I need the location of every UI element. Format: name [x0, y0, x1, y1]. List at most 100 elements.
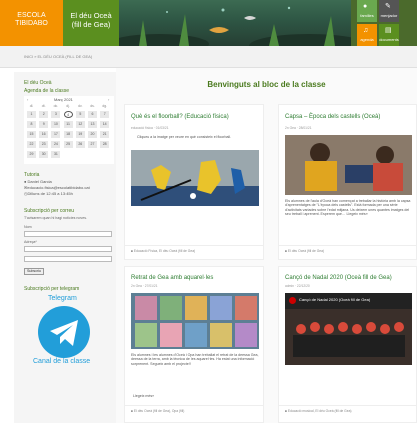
paper-plane-icon [50, 320, 78, 346]
subscribe-button[interactable]: Subscriu [24, 268, 44, 275]
post-footer: ■ El déu Oceà (fill de Gea), Opa (fill) [125, 405, 263, 413]
post-meta: educació física · 01/03/21 [131, 126, 169, 130]
calendar-day[interactable]: 17 [51, 131, 61, 138]
tutor-email[interactable]: educacio.fisica@escolatibidabo.cat [27, 185, 89, 190]
calendar-day[interactable]: 4 [63, 111, 73, 118]
document-icon: ▤ [385, 27, 392, 34]
post-excerpt: Cliqueu a la imatge per veure en què con… [137, 135, 232, 139]
email-field[interactable] [24, 246, 112, 252]
telegram-icon[interactable] [38, 306, 90, 358]
site-logo-line2: (fill de Gea) [71, 19, 111, 29]
calendar-day[interactable]: 9 [39, 121, 49, 128]
calendar-day[interactable]: 10 [51, 121, 61, 128]
tutor-name: Daniel Garcia [27, 179, 52, 184]
post-categories[interactable]: Educació musical, El déu Oceà (fill de G… [288, 409, 352, 413]
quick-link-menjador[interactable]: ✎ menjador [379, 0, 399, 22]
page-title: Benvinguts al bloc de la classe [207, 80, 326, 89]
calendar-day[interactable]: 26 [75, 141, 85, 148]
calendar-day[interactable]: 12 [75, 121, 85, 128]
calendar-day[interactable]: 18 [63, 131, 73, 138]
calendar-weekday: dj. [66, 104, 70, 108]
calendar-day[interactable]: 3 [51, 111, 61, 118]
calendar-day[interactable]: 8 [27, 121, 36, 128]
classroom-photo [285, 135, 412, 195]
name-field[interactable] [24, 231, 112, 237]
post-excerpt: Els alumnes i les alumnes d'Oceà i Opa h… [131, 353, 259, 366]
calendar-day[interactable]: 20 [88, 131, 97, 138]
email-confirm-field[interactable] [24, 256, 112, 262]
tutor-info: ● Daniel Garcia ✉educacio.fisica@escolat… [24, 179, 90, 197]
post-card: Cançó de Nadal 2020 (Oceà fill de Gea) a… [278, 266, 417, 423]
calendar-day [100, 151, 109, 158]
post-meta: 2n Gea · 28/01/21 [285, 126, 312, 130]
calendar-day[interactable]: 22 [27, 141, 36, 148]
calendar-day[interactable]: 24 [51, 141, 61, 148]
calendar-day[interactable]: 25 [63, 141, 73, 148]
calendar-day[interactable]: 6 [88, 111, 97, 118]
post-card: Capsa – Època dels castells (Oceà) 2n Ge… [278, 104, 417, 260]
telegram-caption[interactable]: Canal de la classe [33, 358, 90, 365]
post-excerpt: Els alumnes de l'aula d'Oceà han comença… [285, 199, 411, 217]
sidebar-blog-title[interactable]: El déu Oceà [24, 80, 52, 86]
subscribe-text: T'avisarem quan hi hagi notícies noves. [24, 216, 88, 220]
calendar-day[interactable]: 29 [27, 151, 36, 158]
calendar-weekday: dc. [53, 104, 59, 108]
quick-link-agenda-label: agenda [360, 37, 374, 42]
calendar-day[interactable]: 19 [75, 131, 85, 138]
post-title[interactable]: Què és el floorball? (Educació física) [131, 114, 261, 121]
calendar-day[interactable]: 15 [27, 131, 36, 138]
site-logo[interactable]: El déu Oceà (fill de Gea) [63, 0, 119, 46]
music-icon: ♫ [363, 27, 369, 34]
agenda-title: Agenda de la classe [24, 88, 70, 94]
calendar-day[interactable]: 5 [75, 111, 85, 118]
calendar-weekday: dg. [102, 104, 108, 108]
quick-link-documents[interactable]: ▤ documents [379, 24, 399, 46]
underwater-scene [119, 6, 351, 46]
calendar-prev-icon[interactable]: ‹ [27, 97, 28, 102]
quick-link-agenda[interactable]: ♫ agenda [357, 24, 377, 46]
post-categories[interactable]: El déu Oceà (fill de Gea) [288, 249, 324, 253]
calendar-day [64, 151, 73, 158]
calendar-day[interactable]: 28 [100, 141, 110, 148]
calendar-day[interactable]: 2 [39, 111, 49, 118]
read-more-link[interactable]: Llegeix més» [133, 394, 154, 398]
school-logo-line1: ESCOLA [17, 12, 46, 19]
calendar-day[interactable]: 7 [100, 111, 110, 118]
post-footer: ■ Educació Física, El déu Oceà (fill de … [125, 245, 263, 253]
post-video-nadal[interactable]: Cançó de Nadal 2020 (Oceà fill de Gea) [285, 293, 412, 365]
post-image-floorball[interactable] [131, 150, 259, 206]
tutor-title: Tutoria [24, 172, 40, 178]
calendar-weekday: dl. [29, 104, 34, 108]
watercolor-portraits-photo [131, 293, 259, 349]
calendar-month: Març 2021 [54, 97, 73, 102]
calendar-day[interactable]: 27 [88, 141, 97, 148]
choir-photo [285, 309, 412, 365]
calendar-day[interactable]: 11 [63, 121, 73, 128]
post-footer: ■ Educació musical, El déu Oceà (fill de… [279, 405, 416, 413]
tutor-hours: Dilluns de 12:45 a 13:45h [27, 191, 73, 196]
school-logo[interactable]: ESCOLA TIBIDABO [0, 0, 63, 46]
calendar-day [76, 151, 85, 158]
post-title[interactable]: Capsa – Època dels castells (Oceà) [285, 114, 415, 121]
quick-link-documents-label: documents [379, 37, 399, 42]
telegram-label[interactable]: Telegram [48, 295, 77, 302]
calendar-day[interactable]: 31 [51, 151, 61, 158]
calendar-next-icon[interactable]: › [108, 97, 109, 102]
calendar-day[interactable]: 13 [88, 121, 97, 128]
quick-links-bar: ● families ✎ menjador ♫ agenda ▤ documen… [351, 0, 417, 46]
post-image-aquareles[interactable] [131, 293, 259, 349]
post-title[interactable]: Cançó de Nadal 2020 (Oceà fill de Gea) [285, 275, 415, 282]
post-title[interactable]: Retrat de Gea amb aquarel·les [131, 275, 261, 282]
quick-link-menjador-label: menjador [380, 13, 398, 18]
calendar-day[interactable]: 23 [39, 141, 49, 148]
calendar-day[interactable]: 16 [39, 131, 49, 138]
subscribe-title: Subscripció per correu [24, 208, 75, 214]
post-categories[interactable]: El déu Oceà (fill de Gea), Opa (fill) [134, 409, 184, 413]
post-image-castells[interactable] [285, 135, 412, 195]
post-categories[interactable]: Educació Física, El déu Oceà (fill de Ge… [134, 249, 195, 253]
calendar-day[interactable]: 1 [27, 111, 36, 118]
calendar-day[interactable]: 30 [39, 151, 49, 158]
calendar-day[interactable]: 21 [100, 131, 110, 138]
calendar-day[interactable]: 14 [100, 121, 110, 128]
quick-link-families[interactable]: ● families [357, 0, 377, 22]
